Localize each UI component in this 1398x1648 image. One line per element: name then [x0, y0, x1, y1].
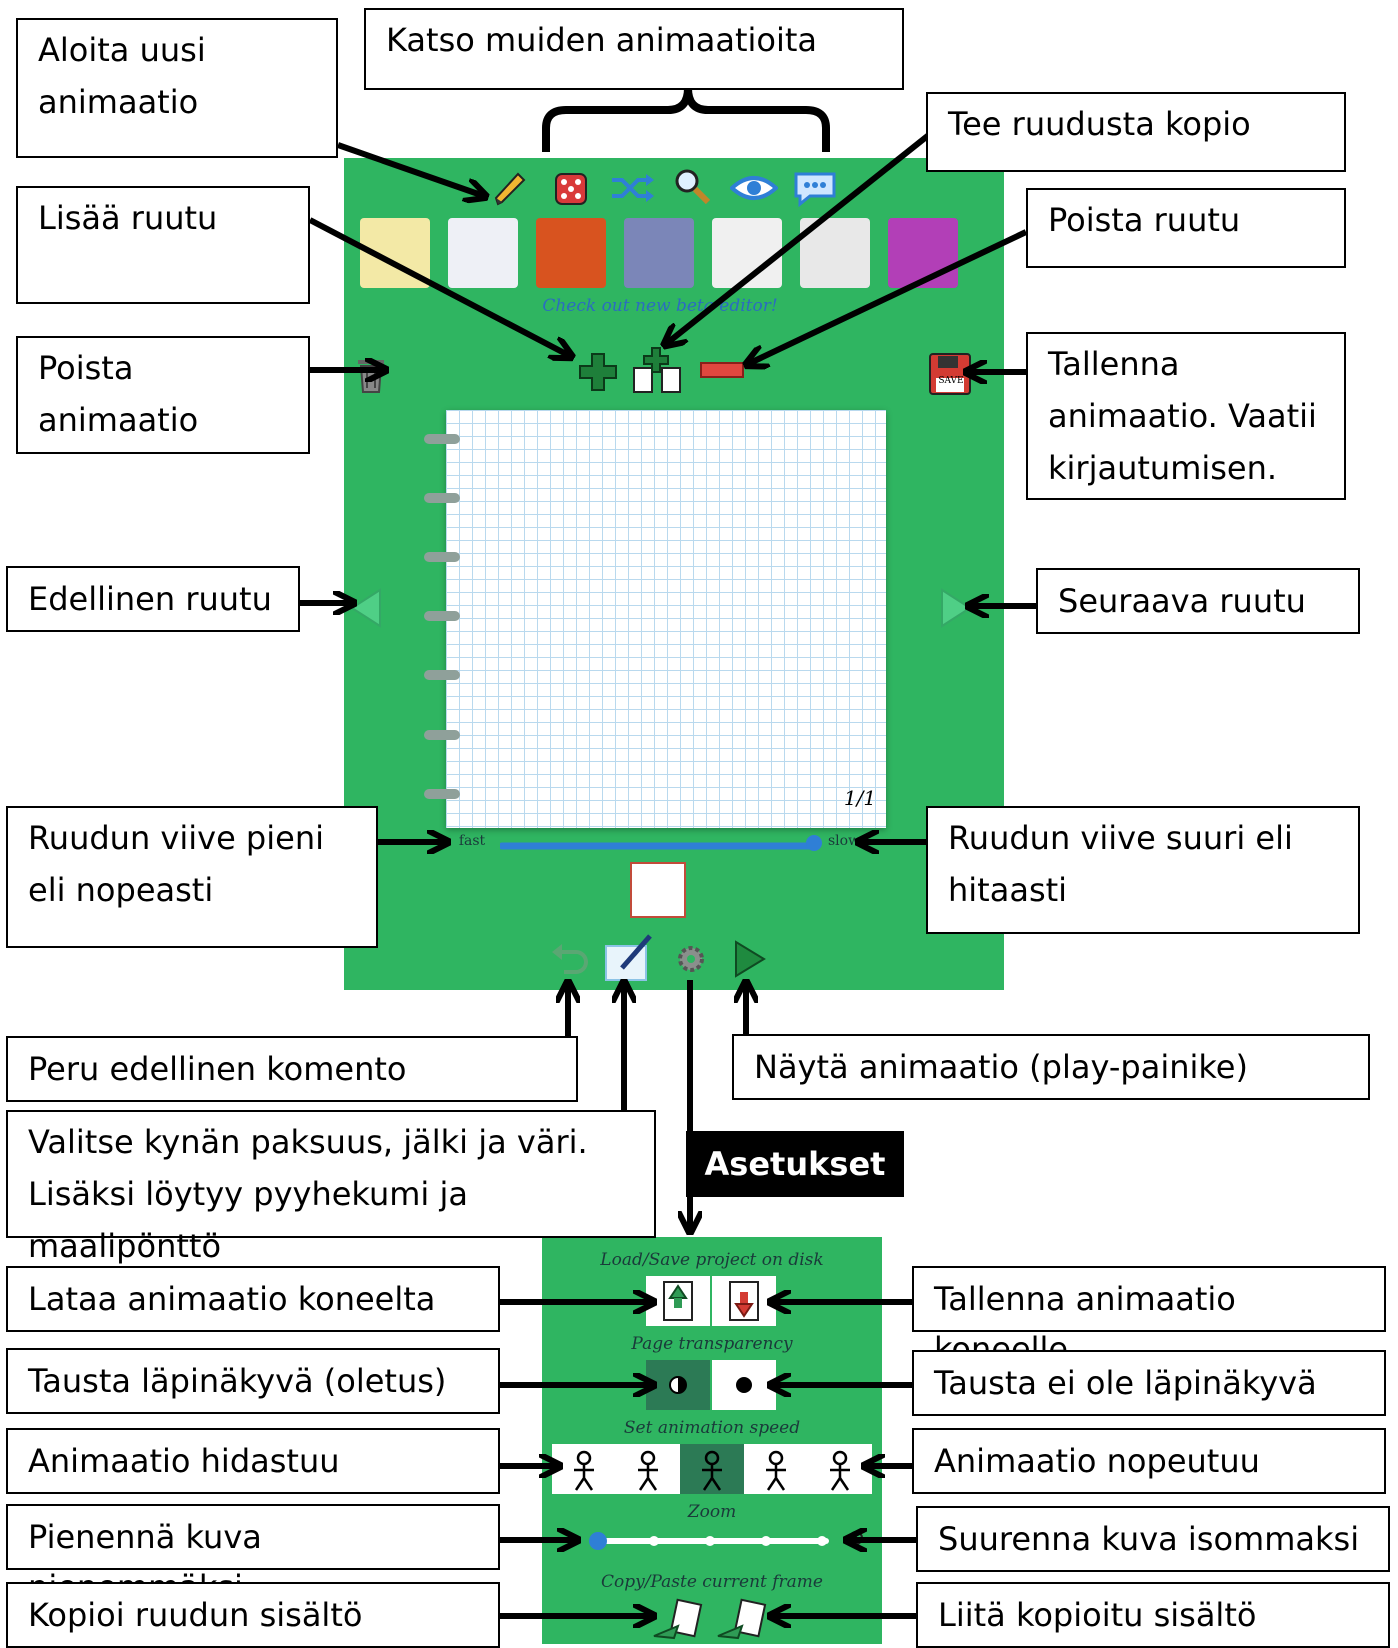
callout-faster: Animaatio nopeutuu [912, 1428, 1386, 1494]
callout-save-to-pc: Tallenna animaatio koneelle [912, 1266, 1386, 1368]
callout-pen-options: Valitse kynän paksuus, jälki ja väri. Li… [6, 1110, 656, 1265]
callout-new-animation: Aloita uusi animaatio [16, 18, 338, 158]
callout-slower: Animaatio hidastuu [6, 1428, 500, 1494]
callout-bg-transparent: Tausta läpinäkyvä (oletus) [6, 1348, 500, 1414]
callout-next-frame: Seuraava ruutu [1036, 568, 1360, 634]
callout-copy-frame: Tee ruudusta kopio [926, 92, 1346, 172]
callout-browse-others: Katso muiden animaatioita [364, 8, 904, 90]
callout-previous-frame: Edellinen ruutu [6, 566, 300, 632]
callout-save-animation: Tallenna animaatio. Vaatii kirjautumisen… [1026, 332, 1346, 500]
callout-load-from-pc: Lataa animaatio koneelta [6, 1266, 500, 1332]
callout-delete-animation: Poista animaatio [16, 336, 310, 454]
callout-zoom-in: Suurenna kuva isommaksi [916, 1506, 1390, 1572]
callout-add-frame: Lisää ruutu [16, 186, 310, 304]
callout-paste-content: Liitä kopioitu sisältö [916, 1582, 1390, 1648]
group-bracket [542, 87, 830, 152]
callout-delete-frame: Poista ruutu [1026, 188, 1346, 268]
callout-undo: Peru edellinen komento [6, 1036, 578, 1102]
callout-zoom-out: Pienennä kuva pienemmäksi [6, 1504, 500, 1606]
callout-play: Näytä animaatio (play-painike) [732, 1034, 1370, 1100]
callout-copy-content: Kopioi ruudun sisältö [6, 1582, 500, 1648]
callout-bg-opaque: Tausta ei ole läpinäkyvä [912, 1350, 1386, 1416]
callout-settings-label: Asetukset [686, 1131, 904, 1197]
callout-delay-large: Ruudun viive suuri eli hitaasti [926, 806, 1360, 934]
callout-delay-small: Ruudun viive pieni eli nopeasti [6, 806, 378, 948]
